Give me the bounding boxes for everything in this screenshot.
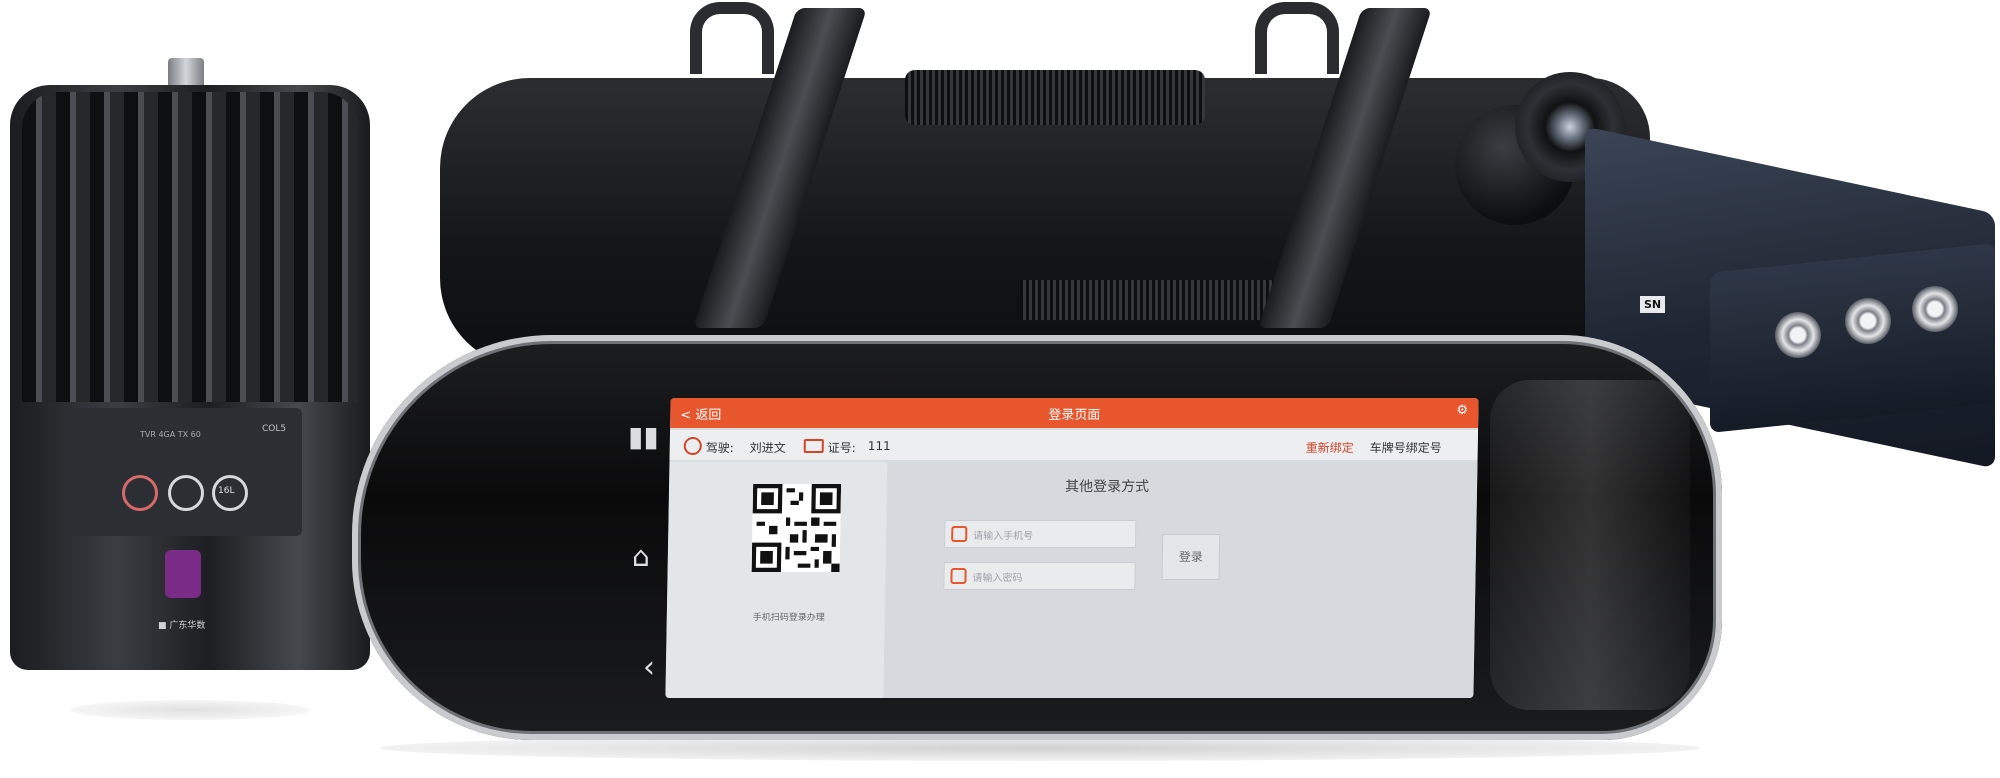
phone-placeholder: 请输入手机号 bbox=[973, 531, 1034, 542]
mirror-reflection bbox=[1490, 380, 1690, 710]
module-model-text: TVR 4GA TX 60 bbox=[140, 430, 201, 439]
power-button[interactable] bbox=[122, 475, 158, 511]
bnc-connector bbox=[1912, 286, 1958, 332]
back-icon[interactable]: ‹ bbox=[643, 650, 655, 685]
page-title: 登录页面 bbox=[1048, 408, 1101, 423]
module-shadow bbox=[70, 700, 310, 720]
bnc-connector bbox=[1775, 312, 1821, 358]
qr-login-pane: 手机扫码登录办理 bbox=[665, 462, 888, 698]
driver-info-row: 驾驶: 刘进文 证号: 111 重新绑定 车牌号绑定号 bbox=[669, 430, 1479, 460]
driver-name: 刘进文 bbox=[749, 441, 786, 455]
channel-button-label: 16L bbox=[218, 486, 235, 496]
mount-hook-left bbox=[690, 2, 774, 74]
plate-binding-status: 车牌号绑定号 bbox=[1369, 441, 1442, 455]
module-brand: ■ 广东华数 bbox=[158, 621, 206, 631]
driver-label: 驾驶: bbox=[705, 441, 734, 455]
driver-icon bbox=[683, 437, 702, 455]
license-number: 111 bbox=[867, 439, 891, 453]
gear-icon[interactable]: ⚙ bbox=[1456, 403, 1468, 418]
qr-caption: 手机扫码登录办理 bbox=[752, 613, 825, 623]
login-button[interactable]: 登录 bbox=[1161, 534, 1221, 580]
mode-button[interactable] bbox=[168, 475, 204, 511]
phone-input[interactable]: 请输入手机号 bbox=[944, 520, 1137, 548]
heat-sink-fins bbox=[22, 92, 358, 402]
license-icon bbox=[803, 439, 824, 453]
channel-button[interactable]: 16L bbox=[212, 475, 248, 511]
mount-hook-right bbox=[1255, 2, 1339, 74]
screen-header: < 返回 登录页面 ⚙ bbox=[670, 398, 1479, 428]
purple-indicator-tag bbox=[165, 550, 201, 598]
mirror-screen: < 返回 登录页面 ⚙ 驾驶: 刘进文 证号: 111 重新绑定 车牌号绑定号 bbox=[665, 398, 1479, 698]
password-input[interactable]: 请输入密码 bbox=[943, 562, 1136, 590]
lock-icon bbox=[950, 568, 967, 584]
license-label: 证号: bbox=[827, 441, 856, 455]
password-placeholder: 请输入密码 bbox=[972, 573, 1023, 584]
bnc-connector bbox=[1845, 298, 1891, 344]
rebind-link[interactable]: 重新绑定 bbox=[1306, 439, 1354, 456]
menu-icon[interactable]: ▮▮ bbox=[628, 420, 659, 453]
home-icon[interactable]: ⌂ bbox=[632, 540, 650, 573]
speaker-grille-top bbox=[905, 70, 1205, 125]
phone-icon bbox=[951, 526, 968, 542]
sn-label: SN bbox=[1640, 296, 1666, 313]
other-login-title: 其他登录方式 bbox=[1064, 479, 1150, 495]
qr-code bbox=[751, 484, 842, 572]
other-login-pane: 其他登录方式 请输入手机号 请输入密码 登录 bbox=[883, 462, 1478, 698]
module-color-label: COL5 bbox=[262, 424, 287, 434]
